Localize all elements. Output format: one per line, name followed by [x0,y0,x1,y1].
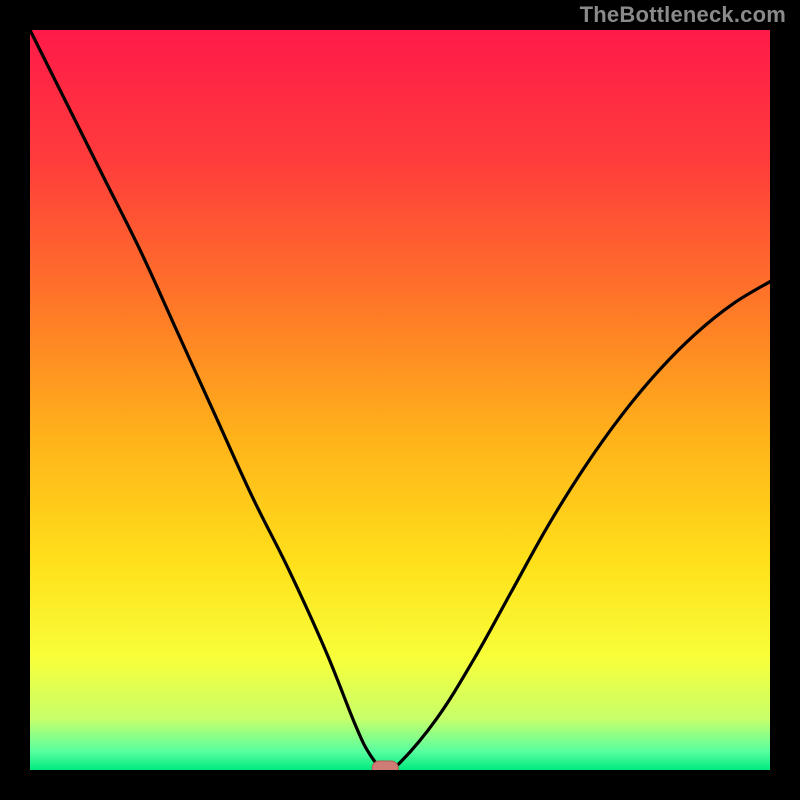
chart-frame: TheBottleneck.com [0,0,800,800]
plot-background [30,30,770,770]
watermark-text: TheBottleneck.com [580,2,786,28]
optimal-marker [372,761,398,775]
bottleneck-chart [0,0,800,800]
